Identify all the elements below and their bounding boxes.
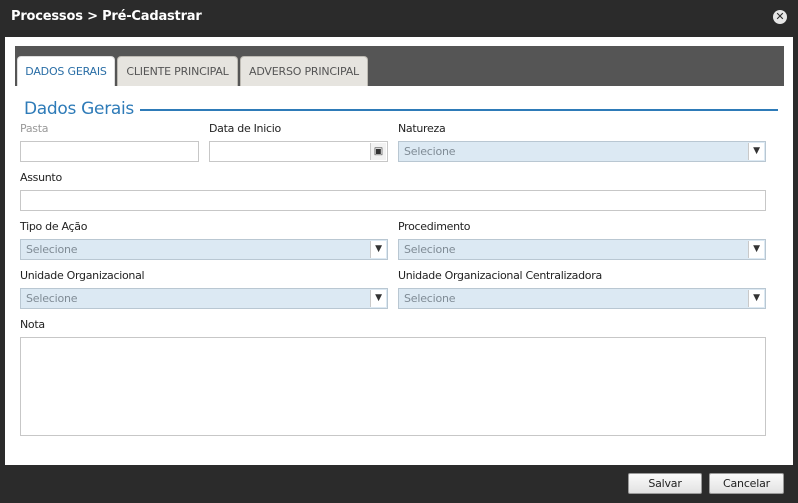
unidade-org-central-value: Selecione <box>404 292 456 305</box>
chevron-down-icon[interactable]: ▼ <box>370 290 386 307</box>
tab-cliente-principal[interactable]: CLIENTE PRINCIPAL <box>117 56 238 86</box>
natureza-select[interactable]: Selecione ▼ <box>398 141 766 162</box>
dialog-body: DADOS GERAIS CLIENTE PRINCIPAL ADVERSO P… <box>5 37 793 465</box>
assunto-label: Assunto <box>20 171 62 184</box>
assunto-field[interactable] <box>20 190 766 211</box>
data-inicio-field[interactable]: ▣ <box>209 141 388 162</box>
chevron-down-icon[interactable]: ▼ <box>748 143 764 160</box>
nota-textarea[interactable] <box>20 337 766 436</box>
dialog-window: Processos > Pré-Cadastrar ✕ DADOS GERAIS… <box>0 0 798 503</box>
natureza-value: Selecione <box>404 145 456 158</box>
unidade-org-central-select[interactable]: Selecione ▼ <box>398 288 766 309</box>
chevron-down-icon[interactable]: ▼ <box>748 241 764 258</box>
nota-label: Nota <box>20 318 45 331</box>
natureza-label: Natureza <box>398 122 446 135</box>
tab-bar: DADOS GERAIS CLIENTE PRINCIPAL ADVERSO P… <box>15 46 784 86</box>
data-inicio-label: Data de Inicio <box>209 122 281 135</box>
unidade-org-select[interactable]: Selecione ▼ <box>20 288 388 309</box>
cancel-button[interactable]: Cancelar <box>709 473 784 494</box>
tab-dados-gerais[interactable]: DADOS GERAIS <box>17 56 115 86</box>
pasta-field[interactable] <box>20 141 199 162</box>
unidade-org-value: Selecione <box>26 292 78 305</box>
dialog-title: Processos > Pré-Cadastrar <box>11 9 202 24</box>
chevron-down-icon[interactable]: ▼ <box>748 290 764 307</box>
tipo-acao-select[interactable]: Selecione ▼ <box>20 239 388 260</box>
tipo-acao-label: Tipo de Ação <box>20 220 88 233</box>
unidade-org-central-label: Unidade Organizacional Centralizadora <box>398 269 602 282</box>
procedimento-label: Procedimento <box>398 220 471 233</box>
pasta-label: Pasta <box>20 122 49 135</box>
unidade-org-label: Unidade Organizacional <box>20 269 145 282</box>
close-icon[interactable]: ✕ <box>773 10 787 24</box>
procedimento-value: Selecione <box>404 243 456 256</box>
save-button[interactable]: Salvar <box>628 473 702 494</box>
calendar-icon[interactable]: ▣ <box>370 143 386 160</box>
section-title: Dados Gerais <box>24 99 136 119</box>
procedimento-select[interactable]: Selecione ▼ <box>398 239 766 260</box>
chevron-down-icon[interactable]: ▼ <box>370 241 386 258</box>
tipo-acao-value: Selecione <box>26 243 78 256</box>
section-divider <box>140 109 778 111</box>
tab-adverso-principal[interactable]: ADVERSO PRINCIPAL <box>240 56 368 86</box>
